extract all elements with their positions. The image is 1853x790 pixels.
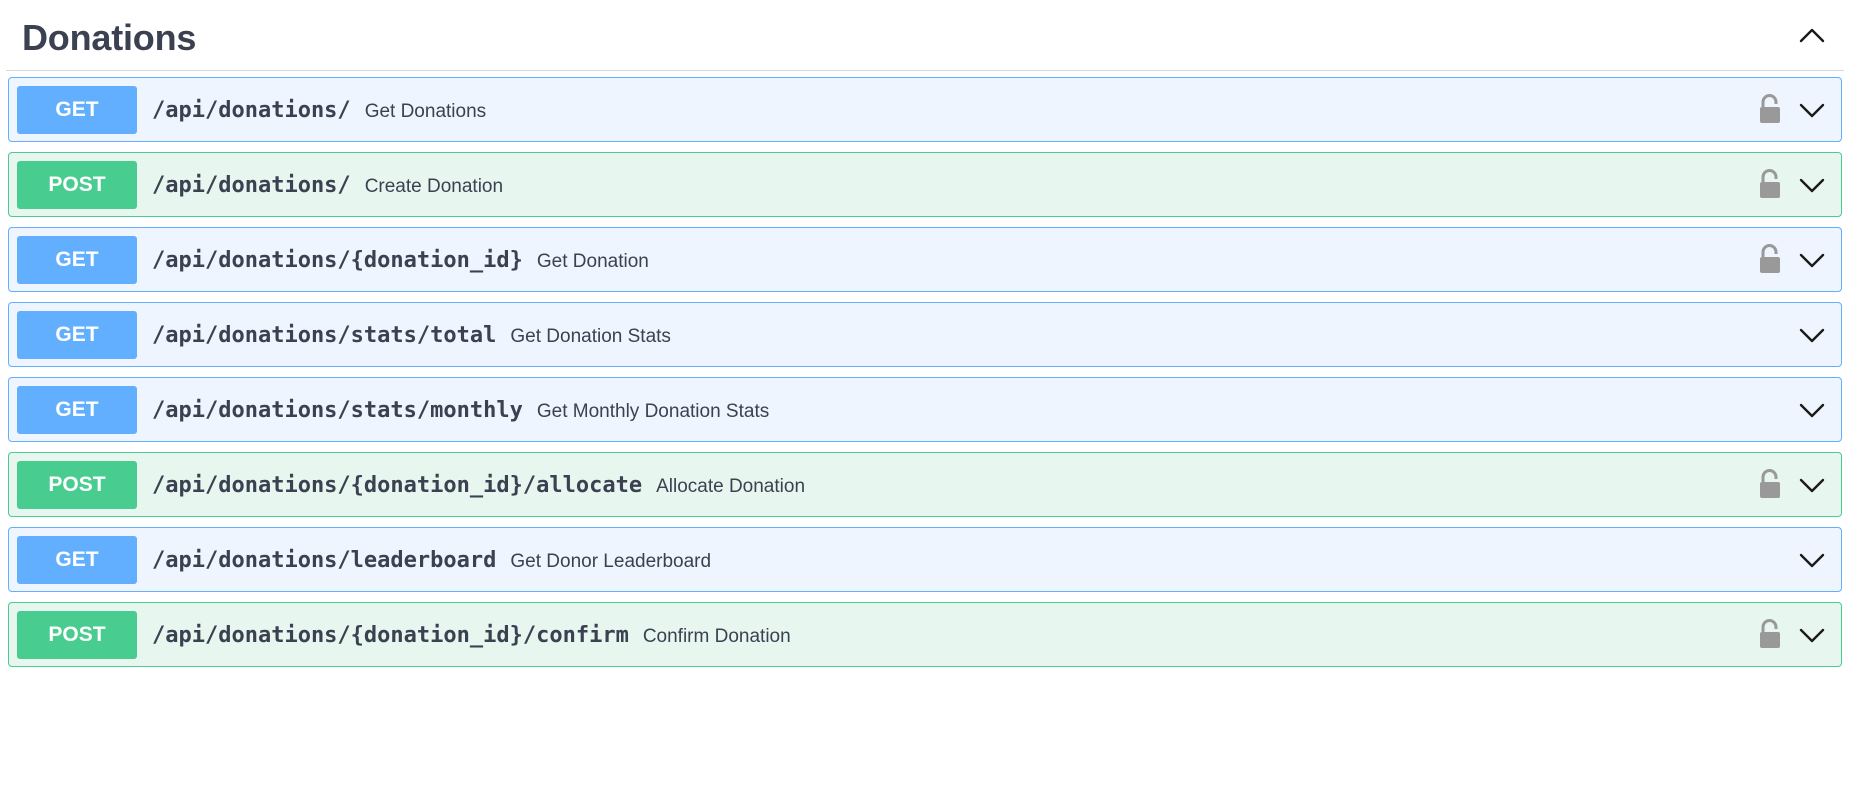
method-badge: GET [17,236,137,284]
operation-path: /api/donations/{donation_id}/allocate [152,473,643,498]
method-badge: GET [17,86,137,134]
chevron-down-icon[interactable] [1797,245,1827,275]
operation-row[interactable]: POST /api/donations/{donation_id}/confir… [8,602,1842,667]
operation-path: /api/donations/{donation_id}/confirm [152,623,629,648]
operation-row[interactable]: GET /api/donations/stats/monthly Get Mont… [8,377,1842,442]
method-badge: GET [17,386,137,434]
operation-summary: Get Donations [364,101,487,122]
operation-summary: Get Donor Leaderboard [510,551,712,572]
operation-path: /api/donations/leaderboard [152,548,497,573]
method-badge: POST [17,611,137,659]
operation-summary: Confirm Donation [642,626,791,647]
chevron-down-icon[interactable] [1797,170,1827,200]
chevron-down-icon[interactable] [1797,320,1827,350]
operation-summary: Get Donation Stats [510,326,671,347]
operation-row[interactable]: GET /api/donations/leaderboard Get Donor … [8,527,1842,592]
operation-summary: Create Donation [364,176,504,197]
operation-path-container: /api/donations/stats/monthly Get Monthly … [152,378,769,443]
chevron-down-icon[interactable] [1797,95,1827,125]
lock-open-icon[interactable] [1757,468,1783,500]
section-header[interactable]: Donations [6,0,1844,71]
method-badge: GET [17,311,137,359]
method-badge: POST [17,161,137,209]
method-badge: POST [17,461,137,509]
lock-open-icon[interactable] [1757,168,1783,200]
operation-path-container: /api/donations/Get Donations [152,78,486,143]
chevron-up-icon[interactable] [1796,20,1828,52]
operation-summary: Allocate Donation [656,476,806,497]
operation-path: /api/donations/stats/monthly [152,398,523,423]
operation-path-container: /api/donations/{donation_id}/allocate All… [152,453,805,518]
operation-row[interactable]: POST /api/donations/Create Donation [8,152,1842,217]
operation-path-container: /api/donations/{donation_id} Get Donation [152,228,649,293]
operation-summary: Get Monthly Donation Stats [536,401,770,422]
operation-path: /api/donations/stats/total [152,323,497,348]
lock-open-icon[interactable] [1757,93,1783,125]
chevron-down-icon[interactable] [1797,470,1827,500]
operation-path-container: /api/donations/stats/total Get Donation S… [152,303,671,368]
chevron-down-icon[interactable] [1797,620,1827,650]
method-badge: GET [17,536,137,584]
chevron-down-icon[interactable] [1797,545,1827,575]
operation-path-container: /api/donations/leaderboard Get Donor Lead… [152,528,711,593]
operation-row[interactable]: GET /api/donations/Get Donations [8,77,1842,142]
operation-row[interactable]: GET /api/donations/stats/total Get Donati… [8,302,1842,367]
operation-path: /api/donations/{donation_id} [152,248,523,273]
lock-open-icon[interactable] [1757,618,1783,650]
chevron-down-icon[interactable] [1797,395,1827,425]
lock-open-icon[interactable] [1757,243,1783,275]
operation-path: /api/donations/ [152,173,351,198]
operation-summary: Get Donation [536,251,649,272]
operation-path-container: /api/donations/Create Donation [152,153,503,218]
section-title: Donations [22,17,197,58]
operation-path: /api/donations/ [152,98,351,123]
operation-path-container: /api/donations/{donation_id}/confirm Conf… [152,603,791,668]
operation-row[interactable]: POST /api/donations/{donation_id}/alloca… [8,452,1842,517]
operation-row[interactable]: GET /api/donations/{donation_id} Get Dona… [8,227,1842,292]
